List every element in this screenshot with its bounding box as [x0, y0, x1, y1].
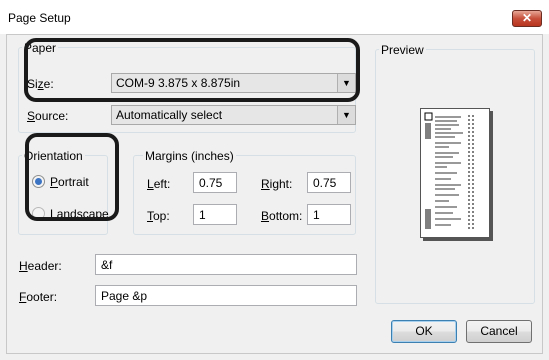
close-button[interactable]: ✕	[512, 10, 542, 27]
page-preview-graphic	[424, 112, 474, 231]
window-title: Page Setup	[8, 11, 71, 25]
chevron-down-icon: ▼	[337, 106, 355, 124]
right-margin-label: Right:	[261, 177, 293, 191]
header-input[interactable]: &f	[95, 254, 357, 275]
ok-button[interactable]: OK	[391, 320, 457, 343]
preview-group-label: Preview	[379, 43, 426, 57]
page-preview-image	[420, 108, 490, 238]
footer-input[interactable]: Page &p	[95, 285, 357, 306]
footer-label: Footer:	[19, 290, 58, 304]
top-margin-input[interactable]: 1	[193, 204, 237, 225]
margins-group-label: Margins (inches)	[143, 149, 236, 163]
source-select[interactable]: Automatically select ▼	[111, 105, 356, 125]
top-margin-label: Top:	[147, 209, 170, 223]
title-bar: Page Setup ✕	[0, 0, 549, 34]
source-label: Source:	[27, 109, 69, 123]
source-select-value: Automatically select	[116, 108, 223, 122]
orientation-highlight	[25, 133, 119, 221]
page-setup-dialog: Page Setup ✕ Paper Size: COM-9 3.875 x 8…	[0, 0, 549, 360]
bottom-margin-input[interactable]: 1	[307, 204, 351, 225]
left-margin-label: Left:	[147, 177, 171, 191]
left-margin-input[interactable]: 0.75	[193, 172, 237, 193]
paper-size-highlight	[24, 38, 360, 102]
cancel-button[interactable]: Cancel	[466, 320, 532, 343]
header-label: Header:	[19, 259, 62, 273]
right-margin-input[interactable]: 0.75	[307, 172, 351, 193]
bottom-margin-label: Bottom:	[261, 209, 303, 223]
